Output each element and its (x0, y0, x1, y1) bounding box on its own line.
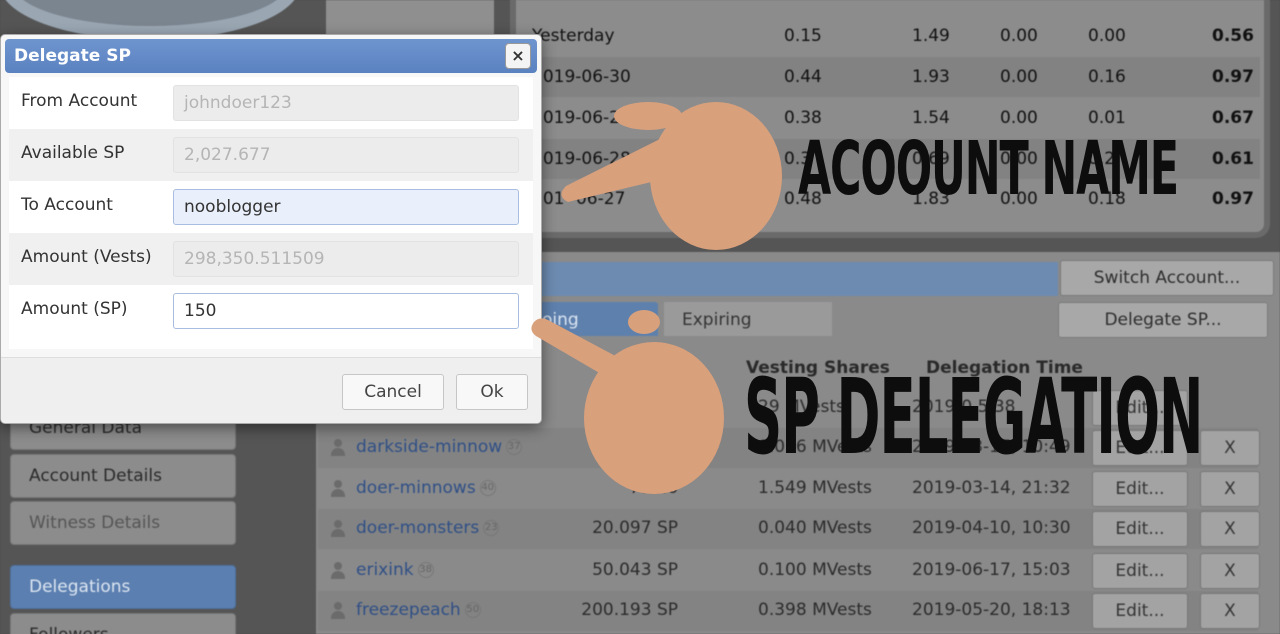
from-account-field: johndoer123 (173, 85, 519, 121)
username-text[interactable]: darkside-minnow (356, 437, 502, 457)
reputation-badge: 40 (479, 480, 496, 496)
vesting-shares: 1.549 MVests (758, 478, 872, 498)
stats-date: 2019-06-30 (532, 67, 631, 87)
switch-account-button[interactable]: Switch Account... (1060, 260, 1274, 296)
edit-button[interactable]: Edit... (1092, 593, 1188, 629)
amount-vests-label: Amount (Vests) (21, 247, 152, 267)
reputation-badge: 23 (483, 520, 500, 536)
stats-value: 0.38 (784, 108, 822, 128)
form-row-amount-vests: Amount (Vests) 298,350.511509 (9, 233, 533, 285)
stats-total: 0.56 (1212, 26, 1254, 46)
remove-button[interactable]: X (1200, 471, 1260, 507)
table-row: doer-monsters 23 20.097 SP 0.040 MVests 2… (318, 509, 1260, 549)
from-account-label: From Account (21, 91, 138, 111)
username-text[interactable]: freezepeach (356, 600, 461, 620)
remove-button[interactable]: X (1200, 553, 1260, 589)
remove-button[interactable]: X (1200, 593, 1260, 629)
stats-value: 0.00 (1000, 26, 1038, 46)
dialog-footer: Cancel Ok (1, 357, 541, 423)
sidebar-item-followers[interactable]: Followers (10, 613, 236, 634)
stats-value: 0.44 (784, 67, 822, 87)
reputation-badge: 37 (506, 439, 523, 455)
user-icon (330, 520, 346, 538)
edit-button[interactable]: Edit... (1092, 553, 1188, 589)
delegated-sp: 20.097 SP (592, 518, 678, 538)
delegation-time: 2019-04-10, 10:30 (912, 518, 1071, 538)
stats-total: 0.61 (1212, 149, 1254, 169)
amount-sp-input[interactable] (173, 293, 519, 329)
username-text[interactable]: erixink (356, 560, 414, 580)
to-account-label: To Account (21, 195, 113, 215)
edit-button[interactable]: Edit... (1092, 511, 1188, 547)
dialog-form: From Account johndoer123 Available SP 2,… (9, 77, 533, 349)
remove-button[interactable]: X (1200, 430, 1260, 466)
delegation-time: 2019-03-14, 21:32 (912, 478, 1071, 498)
ok-button[interactable]: Ok (456, 374, 528, 410)
sidebar-item-account-details[interactable]: Account Details (10, 454, 236, 498)
cancel-button[interactable]: Cancel (342, 374, 444, 410)
stats-total: 0.97 (1212, 67, 1254, 87)
username-text[interactable]: doer-monsters (356, 518, 479, 538)
username-text[interactable]: doer-minnows (356, 478, 476, 498)
sidebar-item-witness-details: Witness Details (10, 501, 236, 545)
stats-value: 0.00 (1000, 67, 1038, 87)
user-icon (330, 480, 346, 498)
stats-value: 0.00 (1088, 26, 1126, 46)
delegation-time: 2019-05-20, 18:13 (912, 600, 1071, 620)
username-link[interactable]: freezepeach 50 (356, 600, 481, 620)
pointing-hand-icon (531, 310, 724, 494)
reputation-badge: 38 (417, 562, 434, 578)
amount-sp-label: Amount (SP) (21, 299, 128, 319)
stats-value: 1.49 (912, 26, 950, 46)
delegated-sp: 50.043 SP (592, 560, 678, 580)
form-row-from-account: From Account johndoer123 (9, 77, 533, 129)
annotation-account-name: ACOOUNT NAME (798, 126, 1179, 212)
remove-button[interactable]: X (1200, 511, 1260, 547)
form-row-to-account: To Account (9, 181, 533, 233)
form-row-amount-sp: Amount (SP) (9, 285, 533, 337)
stats-row: Yesterday 0.15 1.49 0.00 0.00 0.56 (522, 16, 1260, 56)
dialog-title: Delegate SP (14, 46, 131, 66)
annotation-sp-delegation: SP DELEGATION (744, 356, 1203, 478)
delegate-sp-button[interactable]: Delegate SP... (1058, 302, 1268, 338)
stats-total: 0.97 (1212, 189, 1254, 209)
pointing-hand-icon (561, 102, 782, 250)
username-link[interactable]: erixink 38 (356, 560, 434, 580)
available-sp-field: 2,027.677 (173, 137, 519, 173)
table-row: erixink 38 50.043 SP 0.100 MVests 2019-06… (318, 551, 1260, 591)
username-link[interactable]: darkside-minnow 37 (356, 437, 523, 457)
user-icon (330, 562, 346, 580)
vesting-shares: 0.398 MVests (758, 600, 872, 620)
reputation-badge: 50 (464, 602, 481, 618)
username-link[interactable]: doer-minnows 40 (356, 478, 496, 498)
delegation-time: 2019-06-17, 15:03 (912, 560, 1071, 580)
table-row: freezepeach 50 200.193 SP 0.398 MVests 20… (318, 591, 1260, 631)
user-icon (330, 439, 346, 457)
user-icon (330, 602, 346, 620)
vesting-shares: 0.040 MVests (758, 518, 872, 538)
username-link[interactable]: doer-monsters 23 (356, 518, 500, 538)
form-row-available-sp: Available SP 2,027.677 (9, 129, 533, 181)
stats-total: 0.67 (1212, 108, 1254, 128)
close-icon[interactable]: × (505, 43, 531, 69)
stats-value: 0.16 (1088, 67, 1126, 87)
delegate-sp-dialog: Delegate SP × From Account johndoer123 A… (0, 34, 542, 424)
dialog-title-bar[interactable]: Delegate SP × (5, 39, 537, 73)
sidebar-item-delegations[interactable]: Delegations (10, 565, 236, 609)
stats-value: 1.93 (912, 67, 950, 87)
stats-value: 1.54 (912, 108, 950, 128)
stats-row: 2019-06-30 0.44 1.93 0.00 0.16 0.97 (522, 57, 1260, 97)
delegated-sp: 200.193 SP (581, 600, 678, 620)
stats-date: Yesterday (532, 26, 615, 46)
available-sp-label: Available SP (21, 143, 125, 163)
to-account-input[interactable] (173, 189, 519, 225)
stats-value: 0.01 (1088, 108, 1126, 128)
vesting-shares: 0.100 MVests (758, 560, 872, 580)
stats-value: 0.15 (784, 26, 822, 46)
stats-value: 0.00 (1000, 108, 1038, 128)
amount-vests-field: 298,350.511509 (173, 241, 519, 277)
